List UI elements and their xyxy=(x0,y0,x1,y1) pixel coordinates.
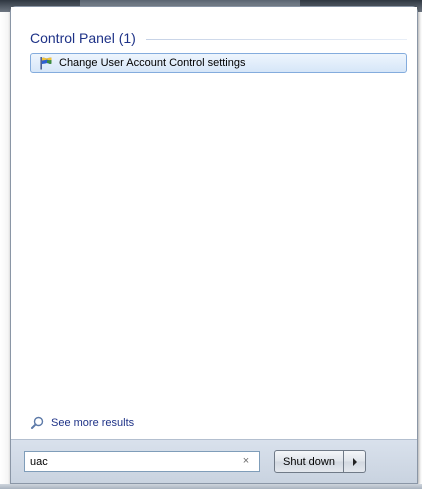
shut-down-button[interactable]: Shut down xyxy=(274,450,344,473)
power-button-group: Shut down xyxy=(274,450,366,473)
bottom-edge xyxy=(0,484,422,489)
result-item-label: Change User Account Control settings xyxy=(59,57,246,69)
left-edge xyxy=(0,12,10,489)
start-menu-bottom-bar: × Shut down xyxy=(11,439,417,483)
arrow-right-icon xyxy=(352,457,357,466)
result-group-header: Control Panel (1) xyxy=(30,30,407,46)
search-input[interactable] xyxy=(25,453,237,470)
see-more-results-link[interactable]: See more results xyxy=(31,416,134,429)
see-more-label: See more results xyxy=(51,416,135,429)
search-box[interactable]: × xyxy=(24,451,260,472)
result-item-change-uac-settings[interactable]: Change User Account Control settings xyxy=(30,53,407,73)
uac-flag-icon xyxy=(39,56,53,70)
start-menu: Control Panel (1) Change User Account Co… xyxy=(10,6,418,484)
clear-search-icon[interactable]: × xyxy=(237,453,255,470)
group-title[interactable]: Control Panel (1) xyxy=(30,30,136,46)
search-results-pane: Control Panel (1) Change User Account Co… xyxy=(11,7,417,435)
power-options-arrow-button[interactable] xyxy=(344,450,366,473)
group-divider xyxy=(145,38,407,40)
search-icon xyxy=(31,416,44,429)
